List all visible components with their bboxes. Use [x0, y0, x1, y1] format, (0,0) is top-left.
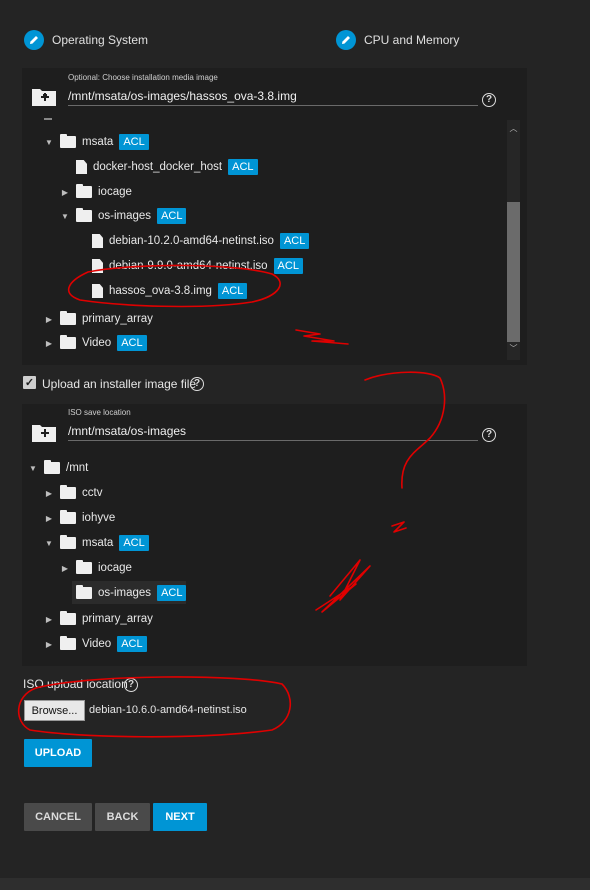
annotation-circle — [68, 264, 281, 308]
annotation-overlay — [17, 264, 446, 738]
annotation-dot-scribble — [391, 521, 407, 533]
annotation-arrow-scribble — [295, 329, 349, 345]
annotation-question-curve — [364, 371, 446, 489]
annotation-arrow-head-scribble — [315, 559, 371, 613]
annotation-circle-upload — [17, 676, 291, 738]
